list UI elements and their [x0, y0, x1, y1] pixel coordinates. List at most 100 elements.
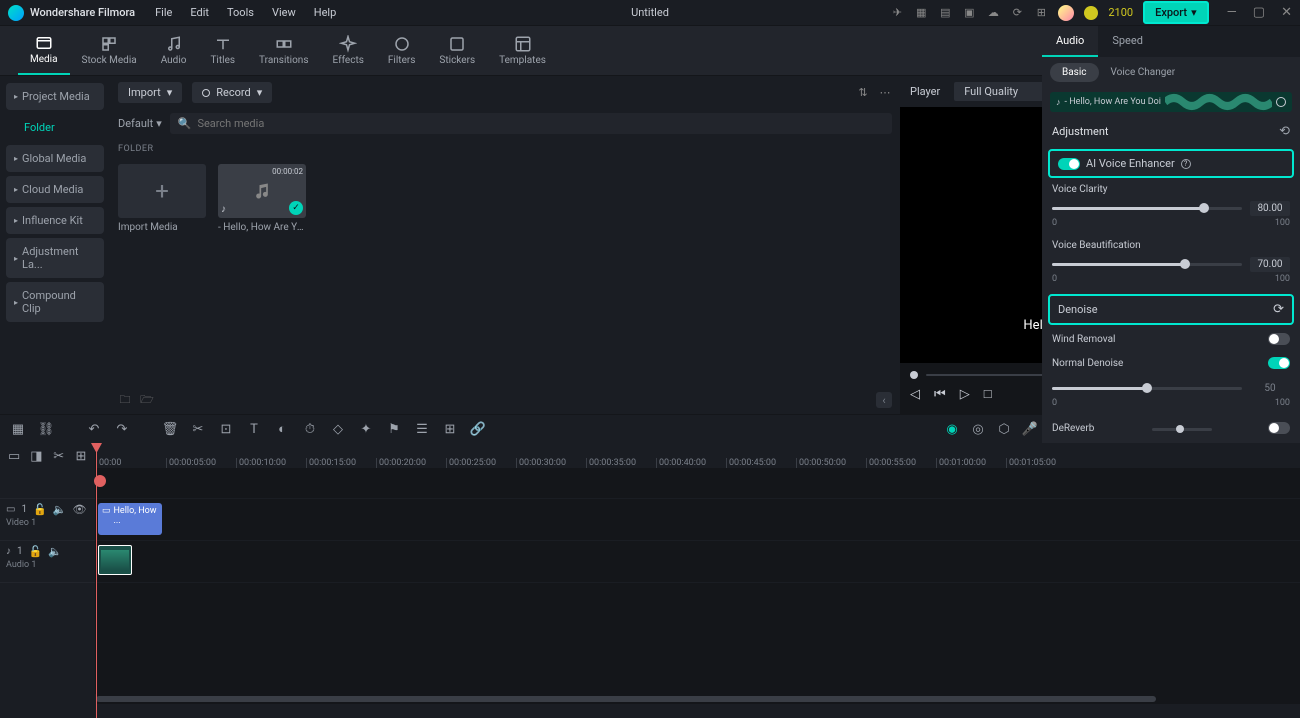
- magnet-icon[interactable]: ⛓: [38, 421, 54, 437]
- auto-ripple-icon[interactable]: ◉: [944, 421, 960, 437]
- maximize-button[interactable]: ▢: [1253, 5, 1265, 20]
- tab-stickers[interactable]: Stickers: [427, 26, 487, 75]
- default-dropdown[interactable]: Default▾: [118, 117, 162, 130]
- sidebar-item-influence-kit[interactable]: ▸Influence Kit: [6, 207, 104, 234]
- tab-filters[interactable]: Filters: [376, 26, 428, 75]
- redo-icon[interactable]: ↷: [114, 421, 130, 437]
- audio-clip[interactable]: [98, 545, 132, 575]
- apps-icon[interactable]: ⊞: [1034, 6, 1048, 20]
- avatar[interactable]: [1058, 5, 1074, 21]
- sub-tab-basic[interactable]: Basic: [1050, 63, 1099, 82]
- record-dropdown[interactable]: Record▾: [192, 82, 272, 103]
- image-icon[interactable]: ▣: [962, 6, 976, 20]
- menu-view[interactable]: View: [272, 6, 296, 19]
- dereverb-toggle[interactable]: [1268, 422, 1290, 434]
- sidebar-item-project-media[interactable]: ▸Project Media: [6, 83, 104, 110]
- menu-help[interactable]: Help: [314, 6, 337, 19]
- normal-denoise-value[interactable]: 50: [1250, 381, 1290, 396]
- normal-denoise-slider[interactable]: [1052, 387, 1242, 390]
- sort-icon[interactable]: ⇅: [856, 86, 870, 100]
- frame-icon[interactable]: ▦: [914, 6, 928, 20]
- audio-track-lane[interactable]: [96, 541, 1300, 583]
- ai-voice-enhancer-toggle[interactable]: [1058, 158, 1080, 170]
- clip-waveform[interactable]: ♪ - Hello, How Are You Doi: [1050, 92, 1292, 112]
- visibility-icon[interactable]: 👁: [72, 503, 86, 516]
- history-icon[interactable]: ⟳: [1010, 6, 1024, 20]
- link-icon[interactable]: 🔗: [470, 421, 486, 437]
- media-icon[interactable]: ▤: [938, 6, 952, 20]
- import-dropdown[interactable]: Import▾: [118, 82, 182, 103]
- marker-icon[interactable]: ⚑: [386, 421, 402, 437]
- sidebar-item-cloud-media[interactable]: ▸Cloud Media: [6, 176, 104, 203]
- keyframe-icon[interactable]: ◇: [330, 421, 346, 437]
- select-tool-icon[interactable]: ▦: [10, 421, 26, 437]
- mute-icon[interactable]: 🔈: [48, 545, 62, 558]
- prev-frame-button[interactable]: ◁: [910, 387, 920, 402]
- crop-icon[interactable]: ⊡: [218, 421, 234, 437]
- ruler-tool1-icon[interactable]: ▭: [8, 448, 20, 464]
- tab-titles[interactable]: Titles: [198, 26, 247, 75]
- play-button[interactable]: ▷: [960, 387, 970, 402]
- subtitle-clip[interactable]: ▭Hello, How ...: [98, 503, 162, 535]
- timeline-ruler[interactable]: 00:00 00:00:05:00 00:00:10:00 00:00:15:0…: [96, 443, 1300, 469]
- wind-removal-toggle[interactable]: [1268, 333, 1290, 345]
- cut-icon[interactable]: ✂: [190, 421, 206, 437]
- close-button[interactable]: ✕: [1281, 5, 1292, 20]
- export-button[interactable]: Export▾: [1143, 1, 1209, 24]
- ruler-tool2-icon[interactable]: ◨: [30, 448, 42, 464]
- tab-audio[interactable]: Audio: [149, 26, 199, 75]
- info-icon[interactable]: ?: [1181, 159, 1191, 169]
- new-folder-icon[interactable]: 🗀: [118, 393, 132, 407]
- mute-icon[interactable]: 🔈: [53, 503, 67, 516]
- search-input[interactable]: [197, 117, 884, 130]
- voice-clarity-slider[interactable]: [1052, 207, 1242, 210]
- lock-icon[interactable]: 🔓: [33, 503, 47, 516]
- timeline-scrollbar[interactable]: [96, 694, 1300, 704]
- media-card-audio[interactable]: 00:00:02 ♪ ✓ - Hello, How Are You ...: [218, 164, 306, 233]
- more-icon[interactable]: ⋯: [878, 86, 892, 100]
- stop-button[interactable]: □: [984, 386, 992, 402]
- ai-icon[interactable]: ✦: [358, 421, 374, 437]
- group-icon[interactable]: ⊞: [442, 421, 458, 437]
- inspector-tab-audio[interactable]: Audio: [1042, 26, 1098, 57]
- tab-templates[interactable]: Templates: [487, 26, 558, 75]
- zoom-slider[interactable]: [1152, 428, 1212, 431]
- menu-tools[interactable]: Tools: [227, 6, 254, 19]
- color-icon[interactable]: ◐: [274, 421, 290, 437]
- lock-icon[interactable]: 🔓: [29, 545, 43, 558]
- step-back-button[interactable]: ⏮: [934, 387, 946, 402]
- minimize-button[interactable]: —: [1227, 5, 1237, 20]
- clip-marker-icon[interactable]: [1276, 97, 1286, 107]
- delete-icon[interactable]: 🗑: [162, 421, 178, 437]
- undo-icon[interactable]: ↶: [86, 421, 102, 437]
- collapse-sidebar[interactable]: ‹: [876, 392, 892, 408]
- tab-stock-media[interactable]: Stock Media: [70, 26, 149, 75]
- snap-icon[interactable]: ⬡: [996, 421, 1012, 437]
- speed-icon[interactable]: ⏱: [302, 421, 318, 437]
- text-icon[interactable]: T: [246, 421, 262, 437]
- menu-file[interactable]: File: [155, 6, 172, 19]
- video-track-head[interactable]: ▭1🔓🔈👁 Video 1: [0, 499, 95, 541]
- menu-edit[interactable]: Edit: [190, 6, 209, 19]
- inspector-tab-speed[interactable]: Speed: [1098, 26, 1157, 57]
- import-media-card[interactable]: + Import Media: [118, 164, 206, 233]
- tab-effects[interactable]: Effects: [321, 26, 376, 75]
- ripple-icon[interactable]: ◎: [970, 421, 986, 437]
- voice-beautification-slider[interactable]: [1052, 263, 1242, 266]
- ruler-tool3-icon[interactable]: ✂: [53, 448, 65, 464]
- voice-beautification-value[interactable]: 70.00: [1250, 257, 1290, 272]
- audio-track-head[interactable]: ♪1🔓🔈 Audio 1: [0, 541, 95, 583]
- playhead[interactable]: [96, 443, 97, 718]
- sub-tab-voice-changer[interactable]: Voice Changer: [1099, 63, 1188, 82]
- voice-clarity-value[interactable]: 80.00: [1250, 201, 1290, 216]
- sidebar-item-compound-clip[interactable]: ▸Compound Clip: [6, 282, 104, 322]
- track-icon[interactable]: ☰: [414, 421, 430, 437]
- tab-transitions[interactable]: Transitions: [247, 26, 320, 75]
- normal-denoise-toggle[interactable]: [1268, 357, 1290, 369]
- ruler-tool4-icon[interactable]: ⊞: [75, 448, 87, 464]
- credits-count[interactable]: 2100: [1108, 6, 1133, 19]
- send-icon[interactable]: ✈: [890, 6, 904, 20]
- tab-media[interactable]: Media: [18, 26, 70, 75]
- sidebar-item-folder[interactable]: Folder: [6, 114, 104, 141]
- sidebar-item-adjustment-layer[interactable]: ▸Adjustment La...: [6, 238, 104, 278]
